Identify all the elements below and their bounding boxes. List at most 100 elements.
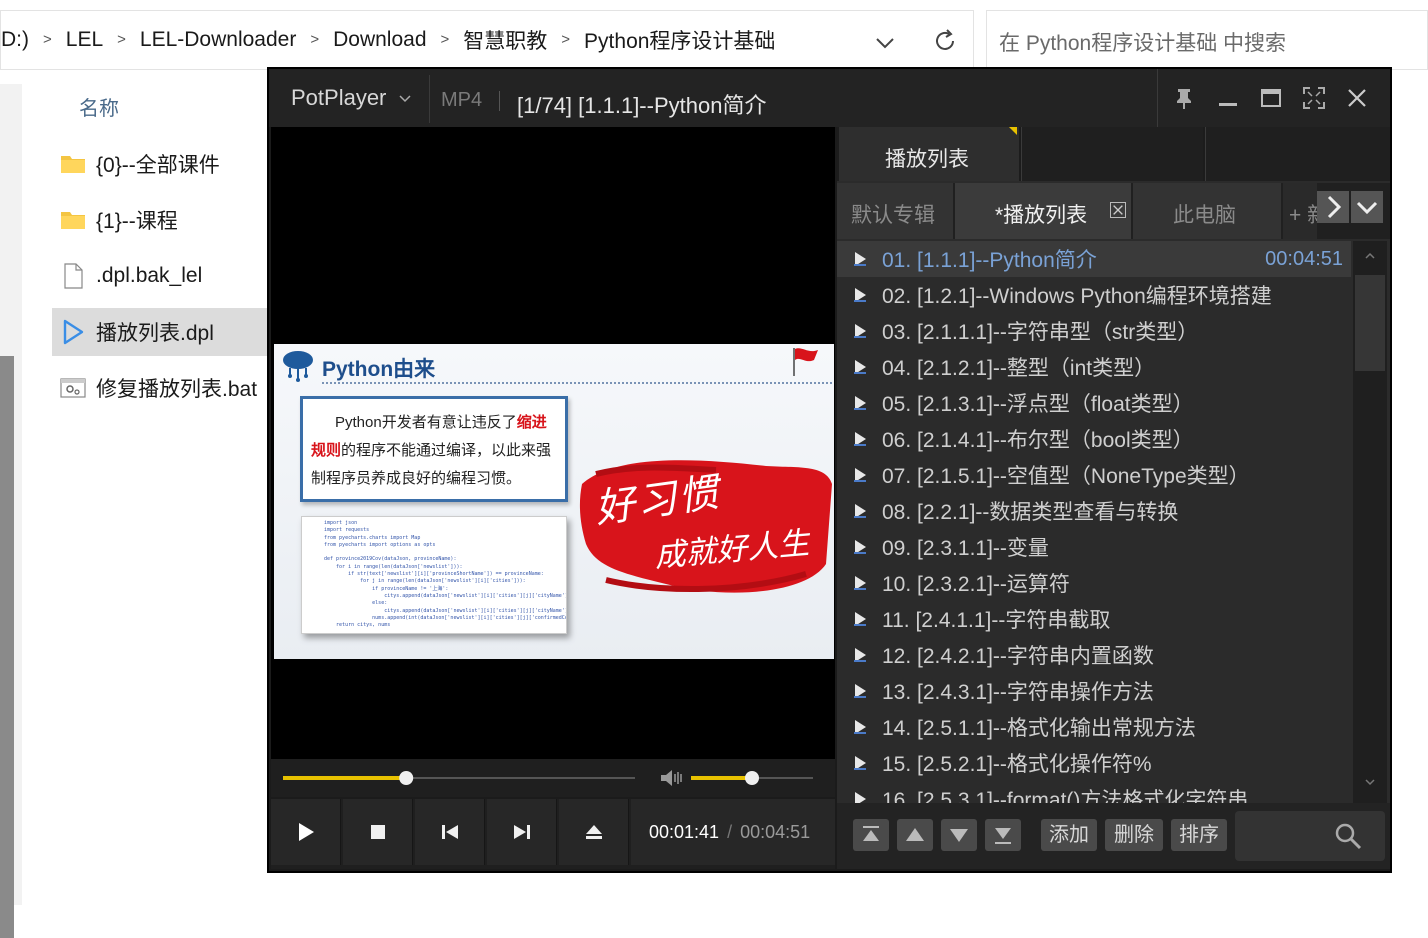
add-button[interactable]: 添加	[1041, 819, 1097, 851]
maximize-icon[interactable]	[1256, 83, 1286, 113]
breadcrumb-item[interactable]: D:)	[1, 28, 29, 52]
play-marker-icon	[854, 324, 866, 338]
tab-empty[interactable]	[1021, 127, 1203, 181]
tab-new[interactable]: + 新	[1283, 183, 1317, 239]
navigation-pane	[0, 84, 22, 938]
stop-button[interactable]	[343, 799, 413, 865]
delete-button[interactable]: 删除	[1105, 819, 1163, 851]
search-icon[interactable]	[1333, 821, 1363, 851]
playlist-list: 01. [1.1.1]--Python简介 00:04:51 02. [1.2.…	[837, 241, 1351, 803]
chevron-down-icon[interactable]	[1351, 191, 1383, 223]
playlist-item-label: 13. [2.4.3.1]--字符串操作方法	[882, 681, 1154, 704]
playlist-item[interactable]: 15. [2.5.2.1]--格式化操作符%	[837, 745, 1351, 781]
video-area[interactable]: Python由来 Python开发者有意让违反了缩进规则的程序不能通过编译，以此…	[271, 127, 835, 759]
playlist-item[interactable]: 11. [2.4.1.1]--字符串截取	[837, 601, 1351, 637]
next-button[interactable]	[487, 799, 557, 865]
folder-icon	[61, 156, 85, 173]
playlist-item[interactable]: 05. [2.1.3.1]--浮点型（float类型）	[837, 385, 1351, 421]
volume-icon[interactable]	[659, 768, 685, 788]
previous-button[interactable]	[415, 799, 485, 865]
chevron-down-icon[interactable]	[399, 95, 411, 103]
sort-button[interactable]: 排序	[1171, 819, 1227, 851]
tab-empty[interactable]	[1205, 127, 1390, 181]
divider	[322, 382, 832, 384]
play-icon	[298, 823, 314, 841]
play-marker-icon	[854, 252, 866, 266]
file-row-selected[interactable]: 播放列表.dpl	[52, 308, 292, 356]
playlist-item[interactable]: 04. [2.1.2.1]--整型（int类型）	[837, 349, 1351, 385]
tab-current-playlist[interactable]: *播放列表	[955, 183, 1131, 239]
playlist-item[interactable]: 08. [2.2.1]--数据类型查看与转换	[837, 493, 1351, 529]
playlist-item[interactable]: 16. [2.5.3.1]--format()方法格式化字符串	[837, 781, 1351, 803]
file-row[interactable]: {0}--全部课件	[52, 140, 292, 188]
volume-slider[interactable]	[685, 759, 835, 797]
scroll-down-icon[interactable]	[1363, 777, 1377, 787]
app-menu-button[interactable]: PotPlayer	[291, 85, 386, 111]
playlist-item[interactable]: 12. [2.4.2.1]--字符串内置函数	[837, 637, 1351, 673]
minimize-icon[interactable]	[1213, 83, 1243, 113]
slide-text: 的程序不能通过编译，以此来强制程序员养成良好的编程习惯。	[311, 442, 552, 487]
chevron-down-icon[interactable]	[871, 29, 899, 57]
title-bar[interactable]: PotPlayer MP4 [1/74] [1.1.1]--Python简介	[269, 69, 1390, 127]
play-marker-icon	[854, 684, 866, 698]
potplayer-window: PotPlayer MP4 [1/74] [1.1.1]--Python简介 P…	[267, 67, 1392, 873]
tab-playlist[interactable]: 播放列表	[839, 127, 1019, 181]
fullscreen-icon[interactable]	[1299, 83, 1329, 113]
chevron-right-icon[interactable]	[1317, 191, 1349, 223]
playlist-item[interactable]: 02. [1.2.1]--Windows Python编程环境搭建	[837, 277, 1351, 313]
playlist-scrollbar[interactable]	[1353, 241, 1387, 803]
breadcrumb-item[interactable]: Download	[333, 28, 426, 52]
playlist-item[interactable]: 13. [2.4.3.1]--字符串操作方法	[837, 673, 1351, 709]
tab-default-album[interactable]: 默认专辑	[837, 183, 953, 239]
playlist-item[interactable]: 09. [2.3.1.1]--变量	[837, 529, 1351, 565]
playlist-item[interactable]: 10. [2.3.2.1]--运算符	[837, 565, 1351, 601]
seek-progress	[283, 776, 407, 780]
breadcrumb-separator-icon[interactable]: >	[561, 31, 570, 48]
control-bar: 00:01:41 / 00:04:51	[271, 799, 835, 869]
move-down-icon[interactable]	[941, 819, 977, 851]
breadcrumb-item[interactable]: 智慧职教	[463, 25, 547, 55]
scrollbar-thumb[interactable]	[1355, 275, 1385, 371]
breadcrumb-separator-icon[interactable]: >	[43, 31, 52, 48]
breadcrumb-separator-icon[interactable]: >	[310, 31, 319, 48]
play-button[interactable]	[271, 799, 341, 865]
breadcrumb-separator-icon[interactable]: >	[117, 31, 126, 48]
file-row[interactable]: {1}--课程	[52, 196, 292, 244]
move-top-icon[interactable]	[853, 819, 889, 851]
column-header-name[interactable]: 名称	[79, 92, 119, 121]
scrollbar-thumb[interactable]	[0, 356, 14, 938]
eject-button[interactable]	[559, 799, 629, 865]
address-bar[interactable]: D:) > LEL > LEL-Downloader > Download > 智慧职教…	[0, 10, 974, 70]
breadcrumb-item[interactable]: LEL	[66, 28, 103, 52]
file-row[interactable]: 修复播放列表.bat	[52, 364, 292, 412]
refresh-icon[interactable]	[931, 27, 959, 55]
breadcrumb-item[interactable]: Python程序设计基础	[584, 25, 775, 55]
close-tab-icon[interactable]	[1110, 202, 1126, 218]
code-image: import json import requests from pyechar…	[301, 516, 567, 634]
close-icon[interactable]	[1342, 83, 1372, 113]
scroll-up-icon[interactable]	[1363, 251, 1377, 261]
move-bottom-icon[interactable]	[985, 819, 1021, 851]
playlist-item[interactable]: 06. [2.1.4.1]--布尔型（bool类型）	[837, 421, 1351, 457]
divider	[499, 91, 500, 111]
folder-icon	[61, 212, 85, 229]
search-input[interactable]: 在 Python程序设计基础 中搜索	[986, 10, 1428, 70]
tab-this-pc[interactable]: 此电脑	[1133, 183, 1281, 239]
pin-icon[interactable]	[1169, 83, 1199, 113]
video-title: [1/74] [1.1.1]--Python简介	[517, 93, 767, 118]
file-row[interactable]: .dpl.bak_lel	[52, 252, 292, 300]
playlist-item-label: 05. [2.1.3.1]--浮点型（float类型）	[882, 393, 1194, 416]
play-marker-icon	[854, 468, 866, 482]
playlist-item[interactable]: 07. [2.1.5.1]--空值型（NoneType类型）	[837, 457, 1351, 493]
playlist-item-label: 09. [2.3.1.1]--变量	[882, 537, 1049, 560]
flag-icon	[793, 348, 818, 376]
breadcrumb: D:) > LEL > LEL-Downloader > Download > 智慧职教…	[1, 25, 775, 55]
tab-marker	[1009, 127, 1017, 135]
playlist-item-active[interactable]: 01. [1.1.1]--Python简介 00:04:51	[837, 241, 1351, 277]
playlist-item[interactable]: 03. [2.1.1.1]--字符串型（str类型）	[837, 313, 1351, 349]
move-up-icon[interactable]	[897, 819, 933, 851]
playlist-item[interactable]: 14. [2.5.1.1]--格式化输出常规方法	[837, 709, 1351, 745]
play-marker-icon	[854, 360, 866, 374]
breadcrumb-item[interactable]: LEL-Downloader	[140, 28, 296, 52]
breadcrumb-separator-icon[interactable]: >	[441, 31, 450, 48]
